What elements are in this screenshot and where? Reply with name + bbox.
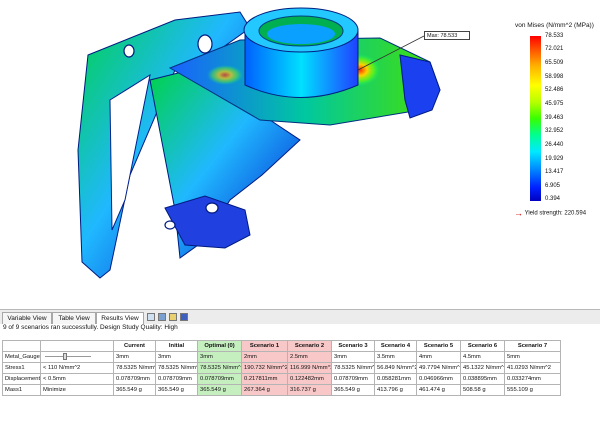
study-tab-bar: Variable View Table View Results View [0,309,600,324]
table-cell: 4.5mm [460,351,505,363]
arrow-right-icon: → [514,208,523,218]
table-cell: 78.5325 N/mm^2 [113,362,156,374]
tab-variable-view[interactable]: Variable View [2,312,52,324]
design-study-results-table: Current Initial Optimal (0) Scenario 1 S… [2,340,561,396]
chart-icon[interactable] [158,313,166,321]
slider-handle[interactable] [63,353,67,360]
table-cell: 0.217811mm [241,373,288,385]
table-cell: 365.549 g [155,384,198,396]
save-icon[interactable] [180,313,188,321]
yield-strength-indicator: → Yield strength: 220.594 [514,208,587,218]
column-header[interactable]: Scenario 5 [416,340,461,352]
slider-track[interactable] [45,353,91,360]
table-cell: 3mm [331,351,375,363]
tab-table-view[interactable]: Table View [52,312,96,324]
legend-value: 72.021 [545,46,564,52]
table-cell: 41.0293 N/mm^2 [504,362,561,374]
legend-value: 65.509 [545,60,564,66]
table-row: Displacement1 < 0.5mm 0.078709mm 0.07870… [2,373,561,385]
table-cell: 78.5325 N/mm^2 [331,362,375,374]
table-cell: 4mm [416,351,461,363]
max-stress-label: Max: 78.533 [424,31,470,40]
table-cell: 190.732 N/mm^2 [241,362,288,374]
header-spacer [2,340,41,352]
table-cell: 461.474 g [416,384,461,396]
table-cell: 0.122482mm [287,373,332,385]
table-cell: 267.364 g [241,384,288,396]
table-cell: 316.737 g [287,384,332,396]
table-cell: 78.5325 N/mm^2 [155,362,198,374]
column-header[interactable]: Scenario 2 [287,340,332,352]
row-name[interactable]: Displacement1 [2,373,41,385]
column-header[interactable]: Current [113,340,156,352]
row-name[interactable]: Mass1 [2,384,41,396]
table-cell: 5mm [504,351,561,363]
table-cell: 0.078709mm [113,373,156,385]
legend-value: 58.998 [545,74,564,80]
legend-value: 0.394 [545,196,561,202]
constraint-cell[interactable]: < 110 N/mm^2 [40,362,114,374]
table-cell: 3mm [197,351,242,363]
table-cell: 2mm [241,351,288,363]
results-grid-icon[interactable] [147,313,155,321]
column-header[interactable]: Scenario 1 [241,340,288,352]
bracket-model[interactable] [0,0,600,308]
table-row: Mass1 Minimize 365.549 g 365.549 g 365.5… [2,384,561,396]
table-cell: 0.033274mm [504,373,561,385]
column-header[interactable]: Initial [155,340,198,352]
legend-value: 78.533 [545,33,564,39]
legend-value: 32.952 [545,128,564,134]
metal-gauge-slider[interactable] [40,351,114,363]
legend-title: von Mises (N/mm^2 (MPa)) [515,22,594,29]
table-cell: 78.5325 N/mm^2 [197,362,242,374]
table-cell: 3.5mm [374,351,417,363]
table-row: Metal_Gauge 3mm 3mm 3mm 2mm 2.5mm 3mm 3.… [2,351,561,363]
constraint-cell[interactable]: Minimize [40,384,114,396]
row-name[interactable]: Metal_Gauge [2,351,41,363]
table-cell: 49.7794 N/mm^2 [416,362,461,374]
table-cell: 3mm [155,351,198,363]
table-header-row: Current Initial Optimal (0) Scenario 1 S… [2,340,561,352]
table-cell: 2.5mm [287,351,332,363]
column-header[interactable]: Scenario 4 [374,340,417,352]
table-cell: 555.109 g [504,384,561,396]
table-cell: 0.038895mm [460,373,505,385]
legend-value: 45.975 [545,101,564,107]
column-header[interactable]: Scenario 7 [504,340,561,352]
table-cell: 413.796 g [374,384,417,396]
table-cell: 0.058281mm [374,373,417,385]
table-cell: 0.078709mm [331,373,375,385]
column-header[interactable]: Scenario 3 [331,340,375,352]
constraint-cell[interactable]: < 0.5mm [40,373,114,385]
table-cell: 45.1322 N/mm^2 [460,362,505,374]
legend-value: 26.440 [545,142,564,148]
table-cell: 56.849 N/mm^2 [374,362,417,374]
table-cell: 116.999 N/mm^2 [287,362,332,374]
table-cell: 365.549 g [197,384,242,396]
legend-value: 19.929 [545,156,564,162]
table-cell: 3mm [113,351,156,363]
status-message: 9 of 9 scenarios ran successfully. Desig… [3,324,178,331]
yield-strength-label: Yield strength: 220.594 [524,210,587,217]
graphics-viewport[interactable]: Max: 78.533 von Mises (N/mm^2 (MPa)) 78.… [0,0,600,308]
header-spacer [40,340,114,352]
legend-value: 13.417 [545,169,564,175]
column-header-optimal[interactable]: Optimal (0) [197,340,242,352]
table-row: Stress1 < 110 N/mm^2 78.5325 N/mm^2 78.5… [2,362,561,374]
table-cell: 365.549 g [331,384,375,396]
legend-value: 6.905 [545,183,561,189]
table-cell: 0.078709mm [155,373,198,385]
table-cell: 365.549 g [113,384,156,396]
legend-value: 52.486 [545,87,564,93]
stress-color-bar [530,36,541,201]
update-icon[interactable] [169,313,177,321]
table-cell: 0.078709mm [197,373,242,385]
table-cell: 0.046966mm [416,373,461,385]
column-header[interactable]: Scenario 6 [460,340,505,352]
tab-results-view[interactable]: Results View [96,312,144,324]
row-name[interactable]: Stress1 [2,362,41,374]
table-cell: 508.58 g [460,384,505,396]
legend-value: 39.463 [545,115,564,121]
